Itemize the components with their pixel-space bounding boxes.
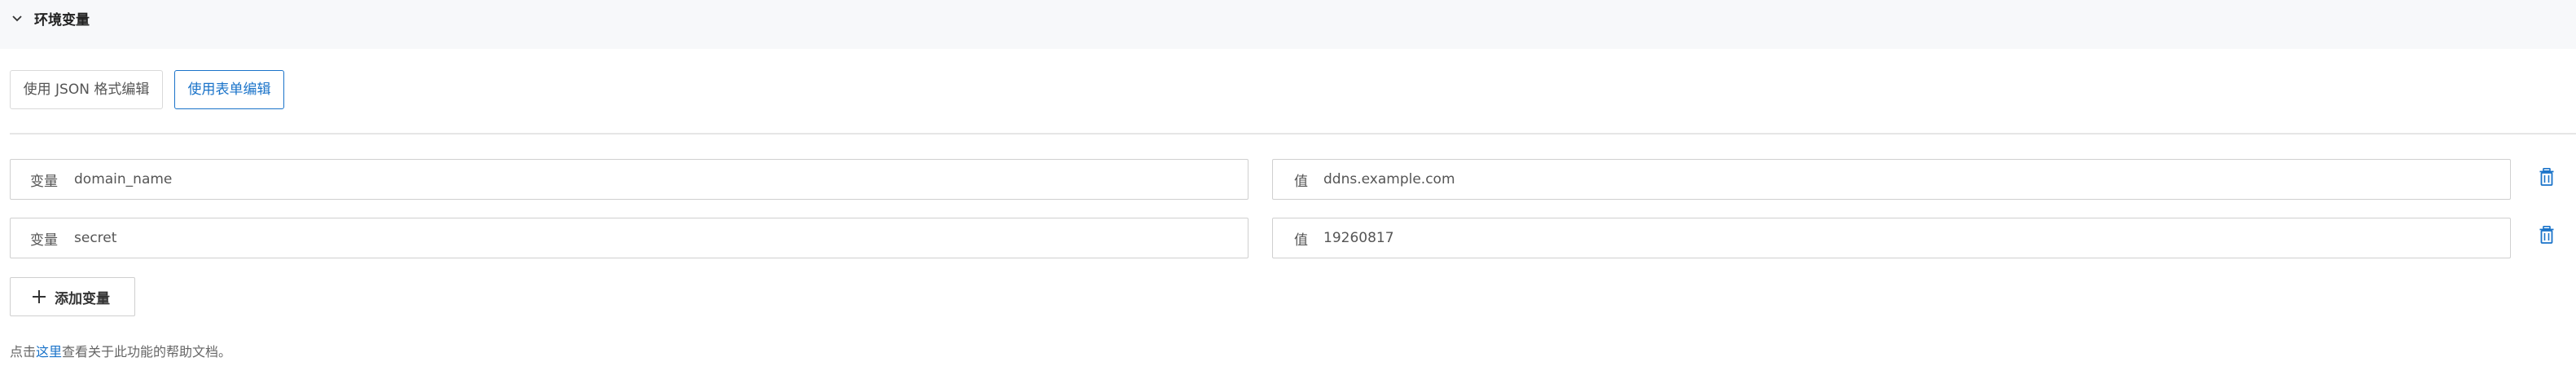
- form-edit-tab[interactable]: 使用表单编辑: [174, 70, 284, 109]
- variable-key-input[interactable]: secret: [74, 230, 116, 246]
- json-edit-tab[interactable]: 使用 JSON 格式编辑: [10, 70, 163, 109]
- variable-value-prefix: 值: [1294, 232, 1308, 249]
- help-suffix: 查看关于此功能的帮助文档。: [62, 344, 232, 360]
- variable-key-prefix: 变量: [30, 173, 58, 190]
- variable-key-field[interactable]: 变量 domain_name: [10, 159, 1249, 200]
- variable-value-input[interactable]: 19260817: [1323, 230, 1394, 246]
- section-title: 环境变量: [34, 12, 90, 29]
- variable-value-prefix: 值: [1294, 173, 1308, 190]
- chevron-down-icon[interactable]: [10, 11, 24, 26]
- trash-icon: [2539, 168, 2554, 186]
- variable-value-field[interactable]: 值 19260817: [1272, 218, 2511, 258]
- add-variable-label: 添加变量: [55, 290, 110, 307]
- variable-value-input[interactable]: ddns.example.com: [1323, 171, 1455, 188]
- variable-key-prefix: 变量: [30, 232, 58, 249]
- delete-variable-button[interactable]: [2537, 223, 2556, 246]
- plus-icon: [32, 289, 46, 304]
- delete-variable-button[interactable]: [2537, 165, 2556, 188]
- variable-value-field[interactable]: 值 ddns.example.com: [1272, 159, 2511, 200]
- trash-icon: [2539, 226, 2554, 244]
- divider: [10, 133, 2576, 135]
- help-prefix: 点击: [10, 344, 37, 360]
- help-text: 点击这里查看关于此功能的帮助文档。: [10, 341, 231, 364]
- env-variables-page: 环境变量 使用 JSON 格式编辑 使用表单编辑 变量 domain_name …: [0, 0, 2576, 375]
- variable-key-field[interactable]: 变量 secret: [10, 218, 1249, 258]
- variable-key-input[interactable]: domain_name: [74, 171, 172, 188]
- help-link[interactable]: 这里: [36, 344, 62, 360]
- env-section-header[interactable]: 环境变量: [0, 0, 2576, 49]
- add-variable-button[interactable]: 添加变量: [10, 277, 135, 316]
